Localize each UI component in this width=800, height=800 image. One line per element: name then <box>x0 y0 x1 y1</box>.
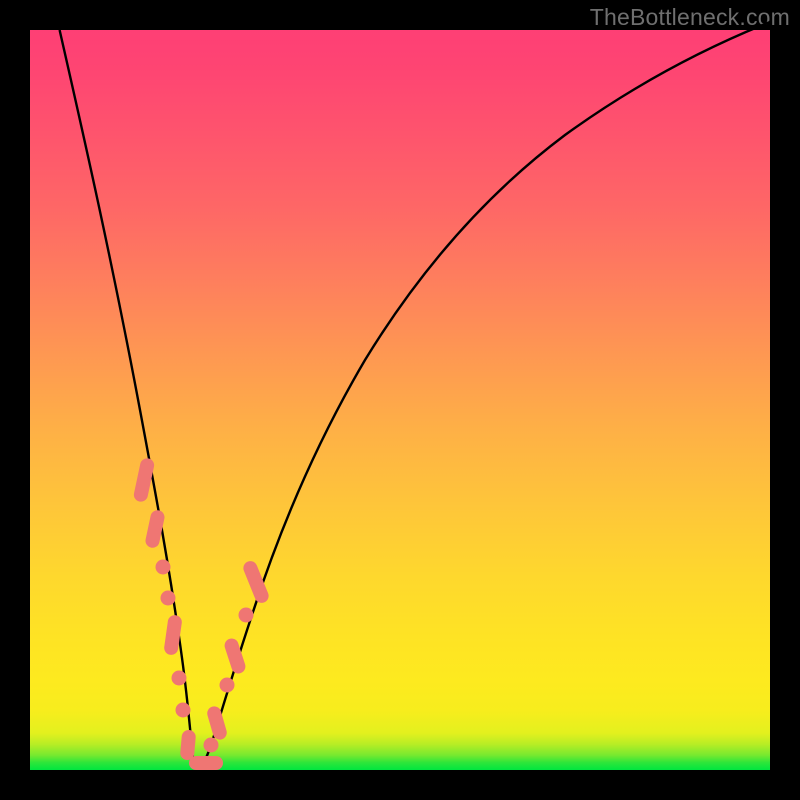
chart-frame: TheBottleneck.com <box>0 0 800 800</box>
bottleneck-curve <box>30 30 770 770</box>
plot-area <box>30 30 770 770</box>
curve-markers <box>133 457 271 770</box>
curve-path <box>60 22 770 768</box>
